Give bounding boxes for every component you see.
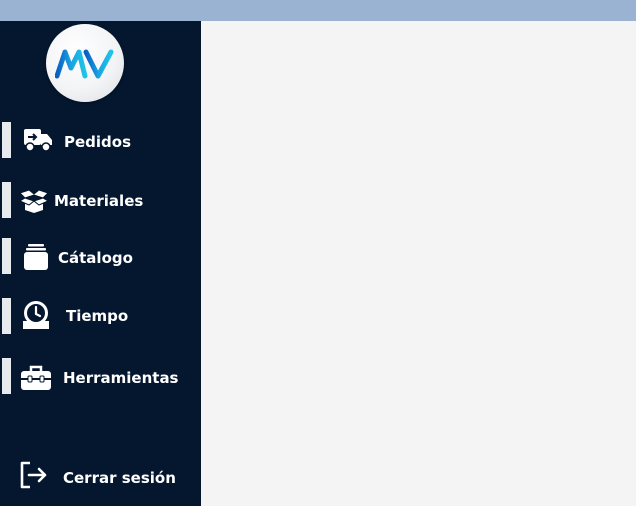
- toolbox-icon: [20, 362, 52, 394]
- sidebar-item-indicator: [2, 122, 11, 158]
- sidebar-item-indicator: [2, 358, 11, 394]
- sidebar-item-label: Tiempo: [66, 307, 129, 325]
- app-logo[interactable]: [46, 24, 124, 102]
- sidebar-item-herramientas[interactable]: Herramientas: [0, 358, 201, 394]
- sidebar-item-indicator: [2, 182, 11, 218]
- sidebar-item-materiales[interactable]: Materiales: [0, 182, 201, 218]
- clock-icon: [20, 299, 52, 331]
- sidebar-item-label: Cátalogo: [58, 249, 133, 267]
- sidebar-item-pedidos[interactable]: Pedidos: [0, 122, 201, 158]
- open-box-icon: [18, 184, 50, 216]
- truck-icon: [22, 124, 54, 156]
- sidebar-item-indicator: [2, 298, 11, 334]
- logout-label: Cerrar sesión: [63, 469, 176, 487]
- sidebar-item-label: Herramientas: [63, 369, 179, 387]
- sidebar-item-label: Pedidos: [64, 133, 132, 151]
- sidebar-item-label: Materiales: [54, 192, 144, 210]
- main-content: [201, 21, 636, 506]
- sidebar-item-tiempo[interactable]: Tiempo: [0, 298, 201, 334]
- top-bar: [0, 0, 636, 21]
- sidebar-item-catalogo[interactable]: Cátalogo: [0, 238, 201, 274]
- stack-icon: [20, 241, 52, 273]
- logout-button[interactable]: Cerrar sesión: [0, 459, 201, 493]
- mv-logo-icon: [55, 49, 114, 79]
- logout-icon: [18, 459, 50, 491]
- sidebar-item-indicator: [2, 238, 11, 274]
